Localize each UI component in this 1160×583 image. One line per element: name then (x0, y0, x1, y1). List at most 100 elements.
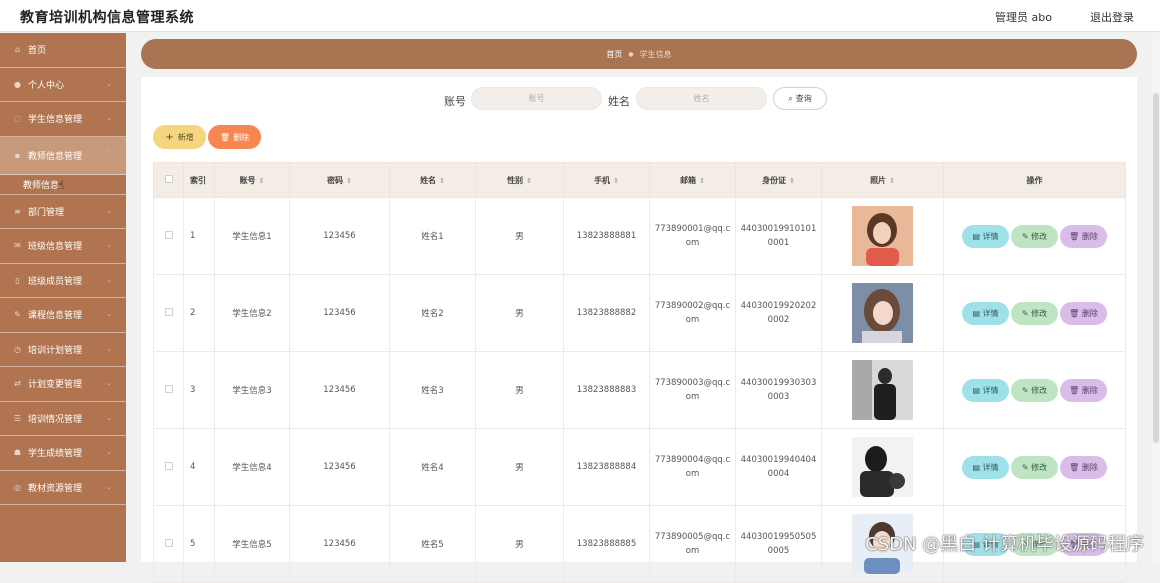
student-photo[interactable] (852, 206, 913, 266)
sort-icon[interactable]: ⇕ (259, 177, 265, 185)
sort-icon[interactable]: ⇕ (789, 177, 795, 185)
sort-icon[interactable]: ⇕ (346, 177, 352, 185)
sidebar-item-label: 个人中心 (28, 78, 64, 91)
breadcrumb-current: 学生信息 (640, 49, 672, 60)
sidebar-item-training-plan[interactable]: ◷ 培训计划管理 ⌄ (0, 333, 126, 368)
add-button[interactable]: + 新增 (153, 125, 206, 149)
admin-user-label[interactable]: 管理员 abo (995, 9, 1052, 25)
column-header-idcard[interactable]: 身份证⇕ (736, 163, 822, 198)
edit-button[interactable]: ✎ 修改 (1011, 456, 1058, 479)
name-search-input[interactable]: 姓名 (636, 87, 767, 110)
row-checkbox[interactable] (165, 308, 173, 316)
sidebar-item-class-info[interactable]: ✉ 班级信息管理 ⌄ (0, 229, 126, 264)
column-header-index: 索引 (184, 163, 215, 198)
cell-gender: 男 (476, 506, 564, 583)
detail-button[interactable]: ▤ 详情 (962, 456, 1009, 479)
detail-button[interactable]: ▤ 详情 (962, 225, 1009, 248)
table-header-row: 索引 账号⇕ 密码⇕ 姓名⇕ 性别⇕ 手机⇕ 邮箱⇕ 身份证⇕ 照片⇕ 操作 (154, 163, 1126, 198)
sidebar-item-student-info[interactable]: ◌ 学生信息管理 ⌄ (0, 102, 126, 137)
column-header-gender[interactable]: 性别⇕ (476, 163, 564, 198)
row-checkbox-cell[interactable] (154, 506, 184, 583)
class-icon: ✉ (13, 241, 22, 250)
cell-idcard: 440300199101010001 (736, 222, 821, 250)
pencil-icon: ✎ (1022, 463, 1031, 472)
sort-icon[interactable]: ⇕ (439, 177, 445, 185)
cell-photo (822, 275, 944, 352)
column-header-name[interactable]: 姓名⇕ (390, 163, 476, 198)
student-photo[interactable] (852, 437, 913, 497)
row-checkbox[interactable] (165, 539, 173, 547)
delete-button[interactable]: 🗑 删除 (1060, 379, 1107, 402)
sidebar-item-materials[interactable]: ◎ 教材资源管理 ⌄ (0, 471, 126, 506)
sidebar-item-personal-center[interactable]: ● 个人中心 ⌄ (0, 68, 126, 103)
sidebar-subitem-teacher-info[interactable]: 教师信息 ☝ (0, 175, 126, 195)
detail-button[interactable]: ▤ 详情 (962, 302, 1009, 325)
batch-delete-label: 删除 (233, 132, 249, 143)
document-icon: ▤ (972, 232, 982, 241)
cell-name: 姓名3 (390, 352, 476, 429)
row-checkbox[interactable] (165, 231, 173, 239)
row-checkbox-cell[interactable] (154, 198, 184, 275)
cell-index: 4 (184, 429, 215, 506)
row-checkbox[interactable] (165, 385, 173, 393)
breadcrumb-separator-icon: ● (628, 51, 633, 58)
delete-button[interactable]: 🗑 删除 (1060, 456, 1107, 479)
delete-button[interactable]: 🗑 删除 (1060, 225, 1107, 248)
sort-icon[interactable]: ⇕ (613, 177, 619, 185)
select-all-checkbox-cell[interactable] (154, 163, 184, 198)
student-photo[interactable] (852, 283, 913, 343)
cell-index: 1 (184, 198, 215, 275)
detail-button-label: 详情 (983, 232, 999, 241)
cell-actions: ▤ 详情✎ 修改🗑 删除 (944, 429, 1126, 506)
chevron-down-icon: ⌄ (106, 207, 112, 215)
row-checkbox[interactable] (165, 462, 173, 470)
sidebar-item-plan-change[interactable]: ⇄ 计划变更管理 ⌄ (0, 367, 126, 402)
page-scrollbar[interactable] (1152, 33, 1160, 562)
logout-link[interactable]: 退出登录 (1090, 9, 1134, 25)
cell-email: 773890002@qq.com (650, 299, 735, 327)
cell-idcard-wrap: 440300199202020002 (736, 275, 822, 352)
scrollbar-thumb[interactable] (1153, 93, 1159, 443)
column-header-account[interactable]: 账号⇕ (215, 163, 290, 198)
chevron-down-icon: ⌄ (106, 483, 112, 491)
breadcrumb-home-link[interactable]: 首页 (606, 49, 622, 60)
detail-button[interactable]: ▤ 详情 (962, 379, 1009, 402)
sidebar-item-teacher-info[interactable]: ▪ 教师信息管理 ⌃ (0, 137, 126, 175)
sort-icon[interactable]: ⇕ (889, 177, 895, 185)
column-header-phone[interactable]: 手机⇕ (564, 163, 650, 198)
sidebar-item-home[interactable]: ⌂ 首页 (0, 33, 126, 68)
cell-account: 学生信息3 (215, 352, 290, 429)
cell-name: 姓名5 (390, 506, 476, 583)
column-header-email[interactable]: 邮箱⇕ (650, 163, 736, 198)
sidebar-item-class-members[interactable]: ▯ 班级成员管理 ⌄ (0, 264, 126, 299)
sidebar-item-training-status[interactable]: ☰ 培训情况管理 ⌄ (0, 402, 126, 437)
student-photo[interactable] (852, 360, 913, 420)
query-button[interactable]: ⌕ 查询 (773, 87, 827, 110)
sidebar-item-student-scores[interactable]: ☗ 学生成绩管理 ⌄ (0, 436, 126, 471)
sort-icon[interactable]: ⇕ (699, 177, 705, 185)
batch-delete-button[interactable]: 🗑 删除 (208, 125, 261, 149)
department-icon: ≡ (13, 207, 22, 216)
column-header-photo[interactable]: 照片⇕ (822, 163, 944, 198)
row-checkbox-cell[interactable] (154, 352, 184, 429)
row-checkbox-cell[interactable] (154, 275, 184, 352)
cell-email: 773890001@qq.com (650, 222, 735, 250)
column-header-password[interactable]: 密码⇕ (290, 163, 390, 198)
sidebar-item-label: 课程信息管理 (28, 308, 82, 321)
sidebar-item-label: 培训情况管理 (28, 412, 82, 425)
cell-actions: ▤ 详情✎ 修改🗑 删除 (944, 198, 1126, 275)
account-search-label: 账号 (444, 93, 466, 109)
edit-button[interactable]: ✎ 修改 (1011, 302, 1058, 325)
delete-button[interactable]: 🗑 删除 (1060, 302, 1107, 325)
sidebar-item-department[interactable]: ≡ 部门管理 ⌄ (0, 195, 126, 230)
account-search-input[interactable]: 账号 (471, 87, 602, 110)
edit-button[interactable]: ✎ 修改 (1011, 379, 1058, 402)
edit-button[interactable]: ✎ 修改 (1011, 225, 1058, 248)
app-title: 教育培训机构信息管理系统 (20, 7, 194, 27)
sort-icon[interactable]: ⇕ (526, 177, 532, 185)
select-all-checkbox[interactable] (165, 175, 173, 183)
cell-account: 学生信息2 (215, 275, 290, 352)
chevron-down-icon: ⌄ (106, 379, 112, 387)
row-checkbox-cell[interactable] (154, 429, 184, 506)
sidebar-item-course-info[interactable]: ✎ 课程信息管理 ⌄ (0, 298, 126, 333)
